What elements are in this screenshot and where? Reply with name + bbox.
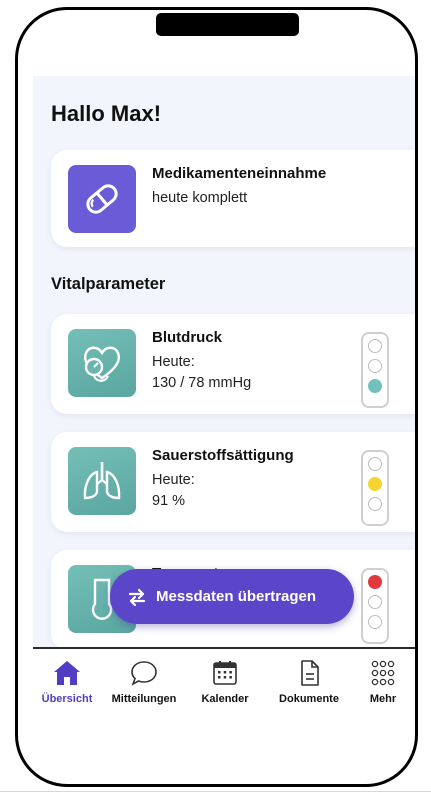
app-screen: Hallo Max! Medikamenteneinnahme heute ko…: [33, 76, 415, 647]
light-top: [368, 457, 382, 471]
phone-notch: [156, 13, 299, 36]
transfer-arrows-icon: [128, 588, 146, 606]
home-icon: [54, 661, 80, 685]
tab-label: Mehr: [369, 693, 397, 705]
light-middle: [368, 595, 382, 609]
tab-label: Kalender: [201, 693, 249, 705]
tab-kalender[interactable]: Kalender: [191, 659, 259, 705]
traffic-light-indicator: [361, 450, 389, 526]
tab-uebersicht[interactable]: Übersicht: [33, 659, 101, 705]
document-icon: [301, 660, 319, 686]
vital-label: Heute:: [152, 354, 195, 370]
tab-mitteilungen[interactable]: Mitteilungen: [103, 659, 185, 705]
vital-title: Blutdruck: [152, 329, 223, 346]
light-top-red: [368, 575, 382, 589]
pill-icon: [68, 165, 136, 233]
vitals-section-title: Vitalparameter: [51, 275, 166, 293]
medication-status: heute komplett: [152, 190, 248, 206]
vital-label: Heute:: [152, 472, 195, 488]
vital-title: Sauerstoffsättigung: [152, 447, 294, 464]
calendar-icon: [213, 661, 237, 685]
page-bottom-line: [0, 791, 431, 792]
tab-dokumente[interactable]: Dokumente: [269, 659, 349, 705]
tab-label: Dokumente: [279, 693, 339, 705]
vital-card-blood-pressure[interactable]: Blutdruck Heute: 130 / 78 mmHg: [51, 314, 415, 414]
medication-title: Medikamenteneinnahme: [152, 165, 327, 182]
transfer-data-button[interactable]: Messdaten übertragen: [110, 569, 354, 624]
traffic-light-indicator: [361, 568, 389, 644]
vital-value: 130 / 78 mmHg: [152, 375, 252, 391]
traffic-light-indicator: [361, 332, 389, 408]
phone-frame: Hallo Max! Medikamenteneinnahme heute ko…: [15, 7, 418, 787]
light-middle-yellow: [368, 477, 382, 491]
tab-label: Übersicht: [41, 693, 93, 705]
transfer-data-label: Messdaten übertragen: [156, 588, 317, 605]
bottom-tab-bar: Übersicht Mitteilungen Kalender Dokument…: [33, 649, 415, 729]
light-bottom-green: [368, 379, 382, 393]
light-middle: [368, 359, 382, 373]
tab-label: Mitteilungen: [111, 693, 177, 705]
tab-mehr[interactable]: Mehr: [353, 659, 413, 705]
light-bottom: [368, 497, 382, 511]
light-bottom: [368, 615, 382, 629]
lungs-icon: [68, 447, 136, 515]
chat-icon: [131, 661, 157, 686]
medication-card[interactable]: Medikamenteneinnahme heute komplett: [51, 150, 415, 247]
grid-dots-icon: [371, 660, 395, 686]
greeting-title: Hallo Max!: [51, 101, 162, 126]
vital-card-oxygen[interactable]: Sauerstoffsättigung Heute: 91 %: [51, 432, 415, 532]
vital-value: 91 %: [152, 493, 186, 509]
heart-pressure-icon: [68, 329, 136, 397]
light-top: [368, 339, 382, 353]
